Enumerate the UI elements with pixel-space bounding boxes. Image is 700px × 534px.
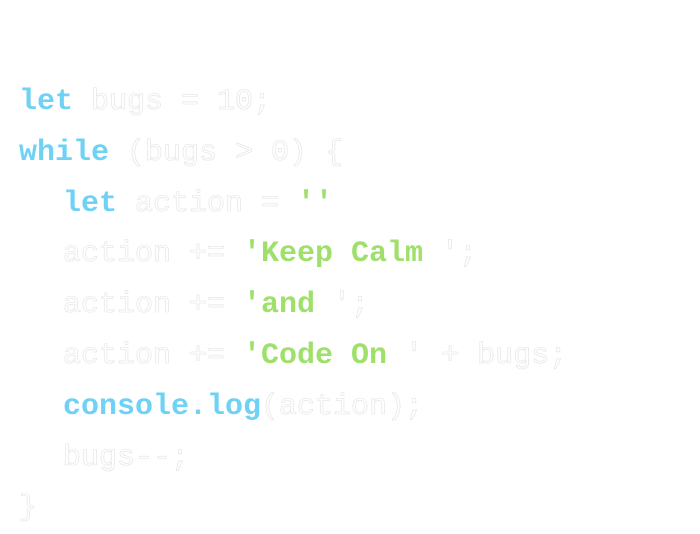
plain-token: (action);	[261, 389, 424, 424]
plain-token: action +=	[63, 288, 244, 323]
plain-token: bugs = 10;	[73, 85, 272, 120]
code-line-1: let bugs = 10;	[19, 77, 567, 128]
keyword-token: let	[63, 186, 118, 221]
keyword-token: let	[19, 85, 74, 119]
string-token: ''	[297, 186, 334, 221]
plain-token: ' + bugs;	[405, 338, 568, 374]
code-line-7: console.log(action);	[19, 382, 567, 433]
plain-token: bugs--;	[63, 440, 190, 475]
code-line-3: let action = ''	[19, 179, 567, 230]
code-block: let bugs = 10; while (bugs > 0) {let acti…	[19, 77, 568, 534]
plain-token: action =	[117, 186, 298, 221]
string-token: 'and	[243, 288, 334, 323]
plain-token: }	[19, 491, 38, 526]
code-line-5: action += 'and ';	[19, 280, 567, 331]
string-token: 'Keep Calm	[243, 237, 442, 272]
code-line-9: }	[19, 483, 567, 534]
plain-token: action +=	[63, 237, 244, 272]
code-line-4: action += 'Keep Calm ';	[19, 229, 567, 280]
code-line-8: bugs--;	[19, 433, 567, 484]
keyword-token: while	[19, 135, 110, 170]
string-token: 'Code On	[243, 338, 406, 373]
plain-token: ';	[333, 288, 370, 323]
plain-token: (bugs > 0) {	[109, 135, 344, 170]
plain-token: ';	[441, 237, 478, 272]
code-line-6: action += 'Code On ' + bugs;	[19, 331, 568, 382]
keyword-token: console.log	[63, 389, 262, 424]
code-line-2: while (bugs > 0) {	[19, 128, 567, 179]
plain-token: action +=	[63, 338, 244, 374]
